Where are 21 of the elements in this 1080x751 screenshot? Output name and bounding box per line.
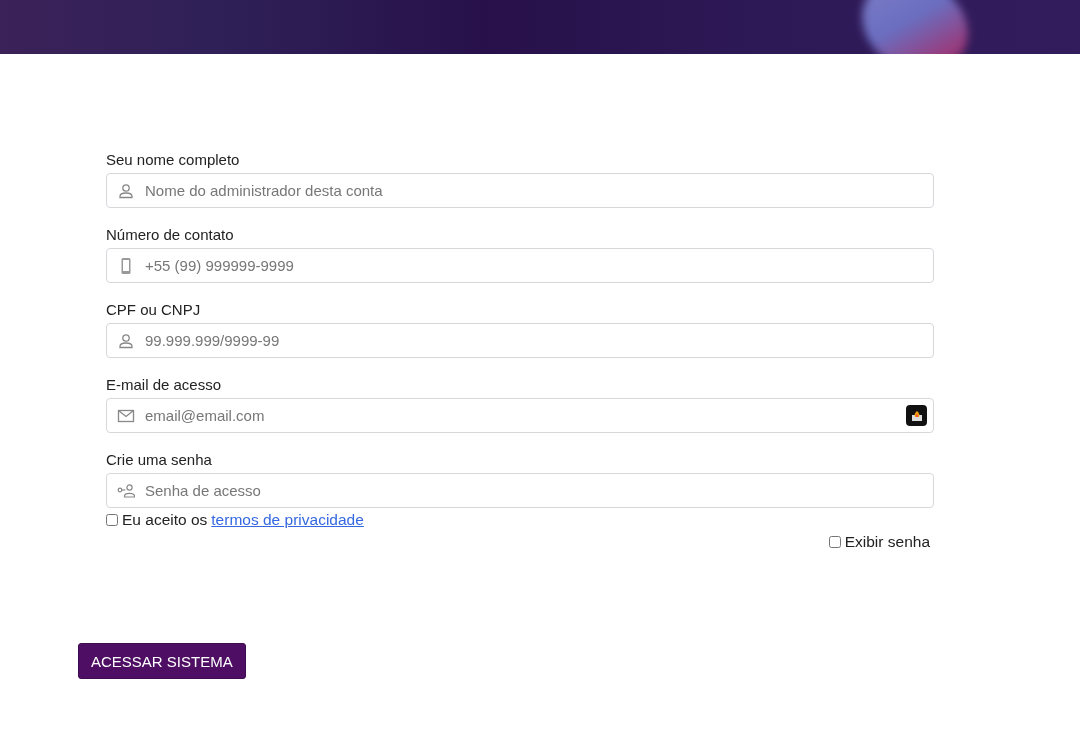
mail-icon (117, 407, 135, 425)
input-field[interactable]: 99.999.999/9999-99 (106, 323, 934, 358)
terms-text: Eu aceito os (122, 511, 208, 529)
field-label: CPF ou CNPJ (106, 301, 202, 319)
person-icon (117, 182, 135, 200)
terms-link[interactable]: termos de privacidade (211, 511, 364, 529)
checkbox[interactable] (106, 514, 118, 526)
checkbox-label: Exibir senha (844, 533, 930, 551)
input-field[interactable]: +55 (99) 999999-9999 (106, 248, 934, 283)
person-icon (117, 332, 135, 350)
field-label: Crie uma senha (106, 451, 213, 469)
field-label: E-mail de acesso (106, 376, 223, 394)
field-label: Seu nome completo (106, 151, 241, 169)
checkbox[interactable] (828, 536, 841, 548)
input-field[interactable]: Nome do administrador desta conta (106, 173, 934, 208)
autofill-extension-icon[interactable] (906, 405, 927, 426)
key-person-icon (117, 482, 135, 500)
field-label: Número de contato (106, 226, 235, 244)
input-field[interactable]: Senha de acesso (106, 473, 934, 508)
input-field[interactable]: email@email.com (106, 398, 934, 433)
submit-button[interactable]: ACESSAR SISTEMA (78, 643, 246, 679)
